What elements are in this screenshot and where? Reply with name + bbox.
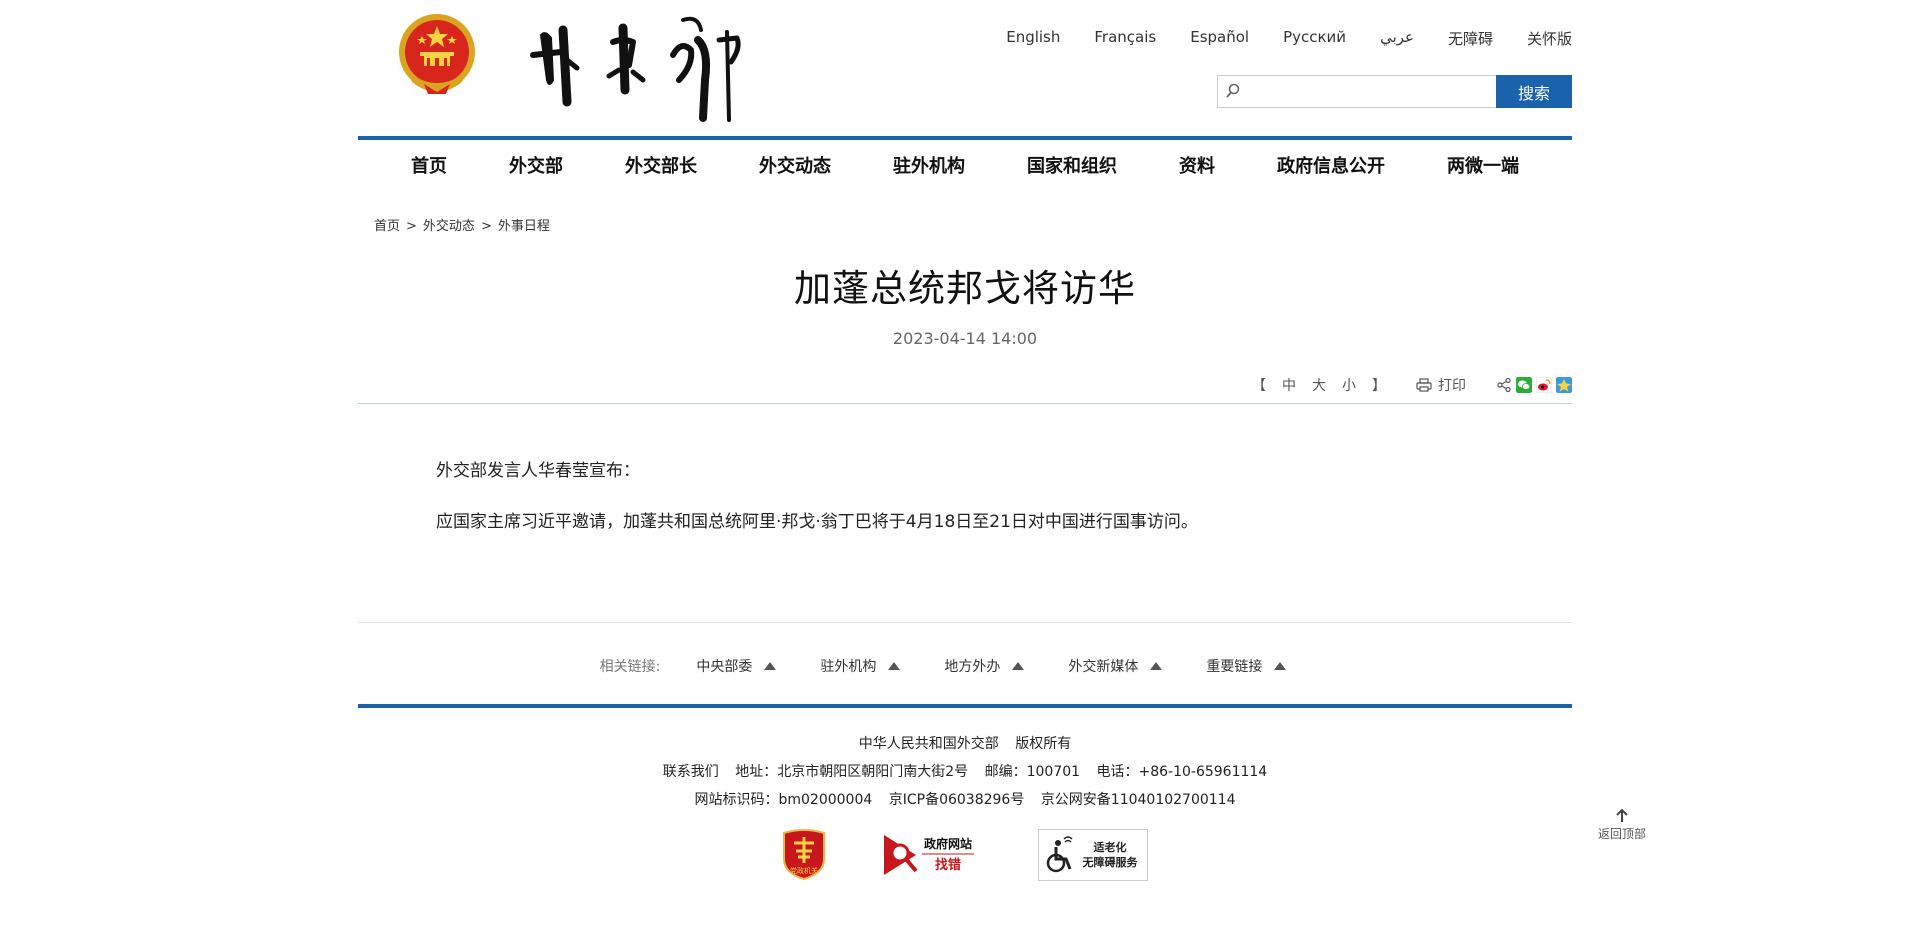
related-link-label: 中央部委 [696, 659, 753, 675]
elderly-accessibility-badge[interactable]: 适老化 无障碍服务 [1038, 829, 1148, 881]
article-title: 加蓬总统邦戈将访华 [794, 267, 1136, 310]
search-button[interactable]: 搜索 [1496, 75, 1572, 108]
nav-diplomatic-news[interactable]: 外交动态 [759, 152, 831, 178]
footer-icp-link[interactable]: 京ICP备06038296号 [889, 792, 1025, 808]
related-link-label: 驻外机构 [820, 659, 877, 675]
nav-missions-overseas[interactable]: 驻外机构 [893, 152, 965, 178]
footer-rights: 版权所有 [1015, 736, 1072, 752]
contact-us-link[interactable]: 联系我们 [663, 764, 719, 780]
nav-countries-organizations[interactable]: 国家和组织 [1027, 152, 1117, 178]
arrow-up-icon [1616, 809, 1628, 822]
nav-home[interactable]: 首页 [411, 152, 447, 178]
footer-badges: 党政机关 政府网站 找错 适老化 无障碍服务 [358, 829, 1572, 881]
footer-divider [358, 704, 1572, 708]
site-header: English Français Español Русский عربي 无障… [358, 0, 1572, 137]
accessibility-link[interactable]: 无障碍 [1448, 28, 1493, 49]
back-to-top-label: 返回顶部 [1597, 827, 1646, 841]
search-icon [1226, 83, 1240, 98]
font-size-large[interactable]: 大 [1312, 375, 1326, 395]
related-link-missions[interactable]: 驻外机构 [820, 656, 901, 676]
page-wrapper: English Français Español Русский عربي 无障… [358, 0, 1572, 936]
main-nav: 首页 外交部 外交部长 外交动态 驻外机构 国家和组织 资料 政府信息公开 两微… [358, 140, 1572, 190]
article-paragraph: 应国家主席习近平邀请，加蓬共和国总统阿里·邦戈·翁丁巴将于4月18日至21日对中… [436, 512, 1198, 533]
share-icon[interactable] [1496, 377, 1512, 393]
access-badge-line2: 无障碍服务 [1082, 855, 1139, 869]
lang-russian[interactable]: Русский [1283, 28, 1346, 49]
nav-government-info[interactable]: 政府信息公开 [1277, 152, 1385, 178]
related-links: 相关链接: 中央部委 驻外机构 地方外办 外交新媒体 重要链接 [358, 656, 1572, 676]
lang-arabic[interactable]: عربي [1380, 28, 1414, 49]
weibo-icon[interactable] [1536, 377, 1552, 393]
national-emblem-icon[interactable] [394, 12, 480, 98]
access-badge-line1: 适老化 [1094, 840, 1127, 854]
lang-spanish[interactable]: Español [1190, 28, 1249, 49]
triangle-up-icon [1274, 662, 1287, 670]
share-bar [1496, 377, 1572, 393]
font-size-small[interactable]: 小 [1342, 375, 1356, 395]
footer-registration: 网站标识码：bm02000004 京ICP备06038296号 京公网安备110… [358, 789, 1572, 809]
footer-org: 中华人民共和国外交部 [858, 736, 999, 752]
gov-website-report-badge[interactable]: 政府网站 找错 [882, 831, 982, 879]
lang-english[interactable]: English [1006, 28, 1060, 49]
triangle-up-icon [1012, 662, 1025, 670]
related-link-new-media[interactable]: 外交新媒体 [1068, 656, 1163, 676]
elderly-care-link[interactable]: 关怀版 [1527, 28, 1572, 49]
language-switcher: English Français Español Русский عربي 无障… [1006, 28, 1572, 49]
triangle-up-icon [1150, 662, 1163, 670]
footer-police-link[interactable]: 京公网安备11040102700114 [1041, 792, 1236, 808]
breadcrumb-schedule[interactable]: 外事日程 [498, 219, 550, 234]
bracket-open: 【 [1252, 378, 1266, 394]
related-links-label: 相关链接: [599, 659, 661, 675]
footer-address: 地址：北京市朝阳区朝阳门南大街2号 [735, 764, 969, 780]
related-divider [358, 622, 1572, 623]
mfa-calligraphy-logo[interactable] [523, 10, 763, 125]
related-link-label: 地方外办 [944, 659, 1001, 675]
article-date: 2023-04-14 14:00 [892, 329, 1038, 348]
font-size-medium[interactable]: 中 [1282, 375, 1296, 395]
related-link-central-ministries[interactable]: 中央部委 [696, 656, 777, 676]
footer-postcode: 邮编：100701 [984, 764, 1081, 780]
lang-french[interactable]: Français [1094, 28, 1156, 49]
footer-site-id: 网站标识码：bm02000004 [694, 792, 873, 808]
printer-icon [1416, 378, 1432, 392]
related-link-label: 重要链接 [1206, 659, 1263, 675]
footer-copyright: 中华人民共和国外交部 版权所有 [358, 733, 1572, 753]
qzone-icon[interactable] [1556, 377, 1572, 393]
search-box [1217, 75, 1496, 108]
font-size-switcher: 【 中 大 小 】 [1252, 375, 1386, 395]
gov-badge-title: 政府网站 [924, 836, 972, 851]
party-badge-label: 党政机关 [790, 866, 818, 875]
article-tools: 【 中 大 小 】 打印 [1252, 373, 1572, 397]
breadcrumb-home[interactable]: 首页 [374, 219, 400, 234]
bracket-close: 】 [1372, 378, 1386, 394]
footer-contact: 联系我们 地址：北京市朝阳区朝阳门南大街2号 邮编：100701 电话：+86-… [358, 761, 1572, 781]
nav-ministry[interactable]: 外交部 [509, 152, 563, 178]
print-button[interactable]: 打印 [1416, 375, 1466, 395]
article-body: 外交部发言人华春莹宣布： 应国家主席习近平邀请，加蓬共和国总统阿里·邦戈·翁丁巴… [436, 458, 1512, 560]
title-divider [358, 403, 1572, 404]
nav-minister[interactable]: 外交部长 [625, 152, 697, 178]
nav-social-media[interactable]: 两微一端 [1447, 152, 1519, 178]
breadcrumb-diplomatic-news[interactable]: 外交动态 [423, 219, 475, 234]
gov-badge-sub: 找错 [935, 857, 961, 872]
nav-resources[interactable]: 资料 [1179, 152, 1215, 178]
breadcrumb: 首页 > 外交动态 > 外事日程 [374, 215, 550, 234]
party-government-badge[interactable]: 党政机关 [782, 829, 826, 881]
related-link-local-offices[interactable]: 地方外办 [944, 656, 1025, 676]
wechat-icon[interactable] [1516, 377, 1532, 393]
site-search: 搜索 [1217, 75, 1572, 108]
related-link-important[interactable]: 重要链接 [1206, 656, 1287, 676]
related-link-label: 外交新媒体 [1068, 659, 1139, 675]
footer-phone: 电话：+86-10-65961114 [1096, 764, 1268, 780]
search-input[interactable] [1218, 76, 1496, 107]
article-paragraph: 外交部发言人华春莹宣布： [436, 461, 640, 481]
breadcrumb-separator: > [480, 219, 492, 234]
print-label: 打印 [1438, 378, 1466, 394]
triangle-up-icon [764, 662, 777, 670]
triangle-up-icon [888, 662, 901, 670]
breadcrumb-separator: > [406, 219, 417, 234]
back-to-top-button[interactable]: 返回顶部 [1596, 809, 1648, 842]
